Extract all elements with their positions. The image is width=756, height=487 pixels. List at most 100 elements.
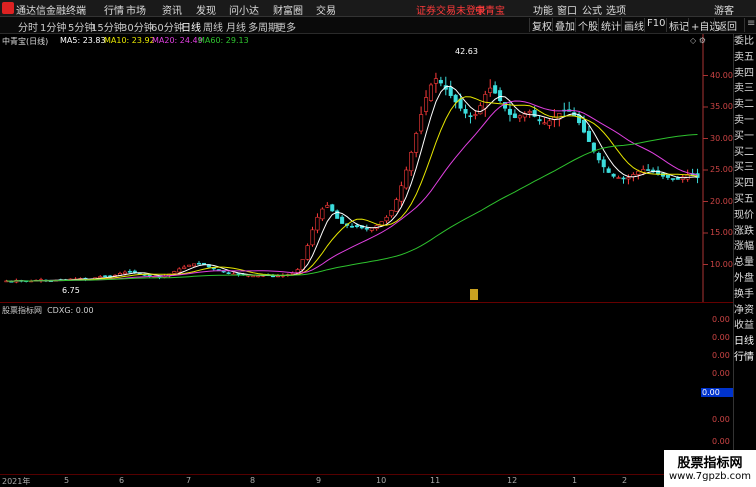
candle-body	[330, 204, 335, 212]
sidebar-item-ask1[interactable]: 卖一	[734, 113, 756, 129]
candle-body	[325, 204, 330, 208]
period-15min[interactable]: 15分钟	[91, 19, 124, 34]
candle-body	[517, 115, 522, 119]
chart-settings-icon[interactable]: ◇ ⚙	[690, 36, 706, 45]
candle-body	[103, 275, 108, 278]
menu-item-news[interactable]: 资讯	[162, 2, 182, 17]
tool-f10-button[interactable]: F10	[644, 18, 665, 32]
indicator-pane[interactable]: 股票指标网 CDXG: 0.00 0.00 0.00 0.00 0.00 0.0…	[0, 302, 733, 474]
sub-axis-label: 0.00	[712, 437, 730, 446]
candle-body	[428, 84, 434, 101]
user-guest[interactable]: 游客	[714, 2, 734, 17]
tool-adjust-button[interactable]: 复权	[529, 18, 552, 33]
sidebar-item-ask3[interactable]: 卖三	[734, 81, 756, 97]
candle-body	[438, 79, 443, 84]
tool-menu-icon[interactable]: ≡	[744, 18, 755, 32]
menu-item-trade[interactable]: 交易	[316, 2, 336, 17]
tool-stats-button[interactable]: 统计	[598, 18, 621, 33]
menu-item-wealth-circle[interactable]: 财富圈	[273, 2, 303, 17]
low-price-label: 6.75	[62, 286, 80, 295]
period-multi[interactable]: 多周期	[248, 19, 278, 34]
candle-body	[483, 94, 488, 109]
period-weekly[interactable]: 周线	[203, 19, 223, 34]
site-watermark: 股票指标网 www.7gpzb.com	[664, 450, 756, 487]
candle-body	[369, 227, 374, 231]
tool-overlay-button[interactable]: 叠加	[552, 18, 575, 33]
candle-body	[498, 90, 503, 101]
candle-body	[586, 130, 591, 142]
menu-item-discover[interactable]: 发现	[196, 2, 216, 17]
candle-body	[192, 263, 197, 267]
sidebar-tab-quotes[interactable]: 行情	[734, 350, 756, 366]
sidebar-item-ask2[interactable]: 卖二	[734, 97, 756, 113]
candle-body	[196, 262, 202, 265]
candle-body	[601, 159, 606, 168]
period-toolbar: 分时 1分钟 5分钟 15分钟 30分钟 60分钟 日线 周线 月线 多周期 更…	[0, 17, 756, 34]
menu-item-functions[interactable]: 功能	[533, 2, 553, 17]
tool-stock-button[interactable]: 个股	[575, 18, 598, 33]
candle-body	[468, 115, 473, 117]
sidebar-item-ask4[interactable]: 卖四	[734, 66, 756, 82]
date-label: 9	[316, 476, 322, 485]
candle-body	[177, 268, 182, 273]
sub-axis-label: 0.00	[712, 351, 730, 360]
menu-item-window[interactable]: 窗口	[557, 2, 577, 17]
tool-draw-button[interactable]: 画线	[621, 18, 644, 33]
event-marker-icon[interactable]	[470, 289, 478, 300]
period-monthly[interactable]: 月线	[226, 19, 246, 34]
sidebar-item-bid4[interactable]: 买四	[734, 176, 756, 192]
menu-item-options[interactable]: 选项	[606, 2, 626, 17]
period-daily[interactable]: 日线	[181, 19, 201, 34]
period-intraday[interactable]: 分时	[18, 19, 38, 34]
candle-body	[621, 177, 626, 180]
menu-item-market[interactable]: 市场	[126, 2, 146, 17]
candle-body	[354, 225, 359, 228]
ma5-line	[6, 85, 698, 282]
candle-body	[448, 87, 453, 96]
app-title: 通达信金融终端	[16, 6, 86, 17]
kline-chart-pane[interactable]: 中青宝(日线) MA5: 23.83 MA10: 23.92 MA20: 24.…	[0, 34, 733, 302]
sidebar-item-commission-ratio[interactable]: 委比	[734, 34, 756, 50]
period-30min[interactable]: 30分钟	[121, 19, 154, 34]
sidebar-item-bid1[interactable]: 买一	[734, 129, 756, 145]
y-axis-tick-label: 40.00	[710, 70, 733, 80]
y-axis-tick-label: 20.00	[710, 196, 733, 206]
sidebar-item-turnover[interactable]: 换手	[734, 287, 756, 303]
date-label: 11	[430, 476, 441, 485]
period-1min[interactable]: 1分钟	[40, 19, 66, 34]
sidebar-item-net-asset[interactable]: 净资	[734, 303, 756, 319]
sidebar-item-volume[interactable]: 总量	[734, 255, 756, 271]
menu-item-formula[interactable]: 公式	[582, 2, 602, 17]
candle-body	[636, 170, 641, 175]
y-axis-tick-label: 10.00	[710, 259, 733, 269]
menu-item-ask-xiaoda[interactable]: 问小达	[229, 2, 259, 17]
period-more[interactable]: 更多	[276, 19, 296, 34]
candle-body	[315, 216, 320, 231]
candle-body	[364, 227, 369, 230]
menu-item-market-quotes[interactable]: 行情	[104, 2, 124, 17]
sidebar-item-outer[interactable]: 外盘	[734, 271, 756, 287]
tool-mark-button[interactable]: 标记	[666, 18, 689, 33]
sidebar-item-change-pct[interactable]: 涨幅	[734, 239, 756, 255]
sidebar-tab-daily[interactable]: 日线	[734, 334, 756, 350]
sidebar-item-ask5[interactable]: 卖五	[734, 50, 756, 66]
sidebar-item-bid5[interactable]: 买五	[734, 192, 756, 208]
candle-body	[665, 174, 670, 178]
ma20-line	[6, 100, 698, 282]
kline-chart[interactable]	[0, 34, 733, 302]
sidebar-item-price[interactable]: 现价	[734, 208, 756, 224]
watermark-url: www.7gpzb.com	[669, 471, 751, 482]
period-60min[interactable]: 60分钟	[151, 19, 184, 34]
candle-body	[424, 97, 429, 112]
date-label: 5	[64, 476, 70, 485]
candle-body	[290, 273, 295, 275]
sidebar-item-bid2[interactable]: 买二	[734, 145, 756, 161]
sidebar-item-bid3[interactable]: 买三	[734, 160, 756, 176]
sidebar-item-change[interactable]: 涨跌	[734, 224, 756, 240]
sub-current-value: 0.00	[701, 388, 733, 397]
tool-back-button[interactable]: 返回	[714, 18, 737, 33]
candle-body	[591, 142, 596, 152]
sidebar-item-earnings[interactable]: 收益	[734, 318, 756, 334]
candle-body	[670, 178, 675, 180]
candle-body	[675, 177, 680, 180]
